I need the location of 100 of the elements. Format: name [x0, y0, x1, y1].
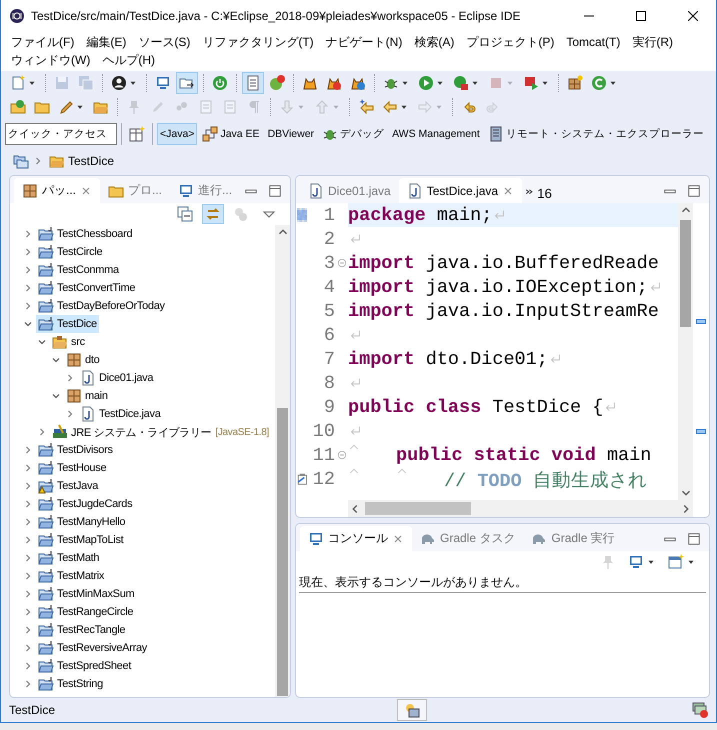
- line-number: 1: [322, 204, 335, 226]
- stack-error-icon: [692, 702, 708, 718]
- code-line: import java.io.BufferedReade: [348, 252, 659, 274]
- vertical-scrollbar[interactable]: [275, 225, 290, 697]
- tree-item[interactable]: TestMath: [36, 549, 102, 567]
- view-tab[interactable]: Gradle 実行: [523, 526, 623, 551]
- view-tab[interactable]: 進行...: [170, 178, 240, 203]
- perspective-button[interactable]: リモート・システム・エクスプローラー: [484, 123, 707, 145]
- menu-item[interactable]: ソース(S): [132, 33, 196, 51]
- monitor-icon: [308, 530, 324, 546]
- status-text: TestDice: [9, 703, 56, 717]
- package-grid-icon: [22, 182, 38, 198]
- view-tab[interactable]: Gradle タスク: [412, 526, 524, 551]
- code-line: import dto.Dice01;: [348, 348, 548, 370]
- line-number: 8: [322, 372, 335, 394]
- eclipse-icon: [9, 8, 25, 24]
- code-line: public static void main: [396, 444, 652, 466]
- perspective-button[interactable]: デバッグ: [319, 123, 388, 145]
- code-line: public class TestDice {: [348, 396, 604, 418]
- scrollbar-thumb[interactable]: [365, 502, 471, 515]
- editor-tab[interactable]: TestDice.java: [398, 178, 522, 203]
- view-tab[interactable]: プロ...: [100, 178, 170, 203]
- tree-item[interactable]: TestCircle: [36, 243, 104, 261]
- horizontal-scrollbar[interactable]: [348, 500, 693, 517]
- tree-item[interactable]: TestDice: [36, 315, 99, 333]
- code-line: package main;: [348, 204, 492, 226]
- tree-item[interactable]: TestString: [36, 675, 105, 693]
- perspective-button[interactable]: DBViewer: [264, 123, 318, 145]
- tree-item[interactable]: TestRecTangle: [36, 621, 128, 639]
- tree-item[interactable]: TestSpredSheet: [36, 657, 134, 675]
- tree-item[interactable]: dto: [64, 351, 102, 369]
- tree-item[interactable]: TestJugdeCards: [36, 495, 134, 513]
- vertical-scrollbar[interactable]: [678, 203, 693, 500]
- view-tab[interactable]: パッ...: [14, 178, 100, 203]
- tree-item[interactable]: src: [50, 333, 87, 351]
- maximize-icon: [268, 184, 282, 198]
- tree-item[interactable]: main: [64, 387, 110, 405]
- close-x-icon: [80, 184, 92, 196]
- window-title: TestDice/src/main/TestDice.java - C:¥Eclipse_2018-09¥pleiades¥workspace05 - Eclipse IDE: [31, 9, 522, 23]
- editor-tab[interactable]: Dice01.java: [300, 178, 399, 203]
- perspective-button[interactable]: AWS Management: [389, 123, 483, 145]
- menu-item[interactable]: ヘルプ(H): [96, 51, 161, 69]
- tree-item[interactable]: TestJava: [36, 477, 100, 495]
- tree-item[interactable]: TestChessboard: [36, 225, 134, 243]
- line-number: 4: [322, 276, 335, 298]
- line-number: 3: [322, 252, 335, 274]
- tree-item[interactable]: JRE システム・ライブラリー: [50, 423, 214, 441]
- menu-item[interactable]: ファイル(F): [5, 33, 80, 51]
- perspective-grid-icon: [129, 126, 145, 142]
- line-number: 2: [322, 228, 335, 250]
- menu-item[interactable]: 編集(E): [80, 33, 132, 51]
- menu-item[interactable]: リファクタリング(T): [196, 33, 320, 51]
- quick-access-field[interactable]: クイック・アクセス: [5, 123, 117, 145]
- menu-item[interactable]: 実行(R): [626, 33, 679, 51]
- more-tabs-button[interactable]: 16: [522, 183, 555, 203]
- line-number: 10: [312, 420, 335, 442]
- monitor-icon: [178, 182, 194, 198]
- menu-item[interactable]: Tomcat(T): [560, 33, 626, 51]
- tree-item[interactable]: TestDice.java: [78, 405, 163, 423]
- java-file-icon: [406, 182, 423, 198]
- menu-item[interactable]: ウィンドウ(W): [5, 51, 96, 69]
- occurrence-mark: [696, 319, 706, 324]
- menu-item[interactable]: 検索(A): [408, 33, 460, 51]
- boxes-icon: [202, 126, 218, 142]
- tree-item[interactable]: TestDayBeforeOrToday: [36, 297, 167, 315]
- tree-item[interactable]: TestConvertTime: [36, 279, 138, 297]
- close-x-icon: [392, 532, 404, 544]
- line-number: 7: [322, 348, 335, 370]
- tree-item[interactable]: TestHouse: [36, 459, 108, 477]
- view-tab[interactable]: コンソール: [300, 526, 412, 551]
- breadcrumb-item[interactable]: TestDice: [47, 153, 116, 169]
- line-number: 11: [312, 444, 335, 466]
- folders-icon: [13, 153, 29, 169]
- line-number: 5: [322, 300, 335, 322]
- menu-item[interactable]: プロジェクト(P): [460, 33, 560, 51]
- console-message: 現在、表示するコンソールがありません。: [299, 573, 706, 593]
- tree-item[interactable]: TestMapToList: [36, 531, 126, 549]
- code-line: import java.io.IOException;: [348, 276, 648, 298]
- status-button[interactable]: [397, 699, 427, 721]
- scrollbar-thumb[interactable]: [277, 408, 288, 696]
- server-icon: [488, 126, 504, 142]
- perspective-button[interactable]: <Java>: [157, 123, 198, 145]
- tree-item[interactable]: TestRangeCircle: [36, 603, 136, 621]
- tree-item[interactable]: TestConmma: [36, 261, 121, 279]
- tree-item[interactable]: TestReversiveArray: [36, 639, 149, 657]
- tree-item[interactable]: TestMatrix: [36, 567, 106, 585]
- tree-item[interactable]: TestDivisors: [36, 441, 115, 459]
- maximize-icon: [687, 184, 701, 198]
- tree-item[interactable]: TestMinMaxSum: [36, 585, 136, 603]
- tree-item[interactable]: Dice01.java: [78, 369, 156, 387]
- line-number: 6: [322, 324, 335, 346]
- tree-item[interactable]: TestManyHello: [36, 513, 128, 531]
- maximize-icon: [636, 11, 646, 21]
- menu-item[interactable]: ナビゲート(N): [320, 33, 408, 51]
- scrollbar-thumb[interactable]: [680, 220, 691, 327]
- perspective-button[interactable]: Java EE: [199, 123, 263, 145]
- sync-monitor-icon: [404, 702, 420, 718]
- code-line: // TODO 自動生成され: [444, 470, 647, 492]
- code-line: import java.io.InputStreamRe: [348, 300, 659, 322]
- maximize-icon: [687, 532, 701, 546]
